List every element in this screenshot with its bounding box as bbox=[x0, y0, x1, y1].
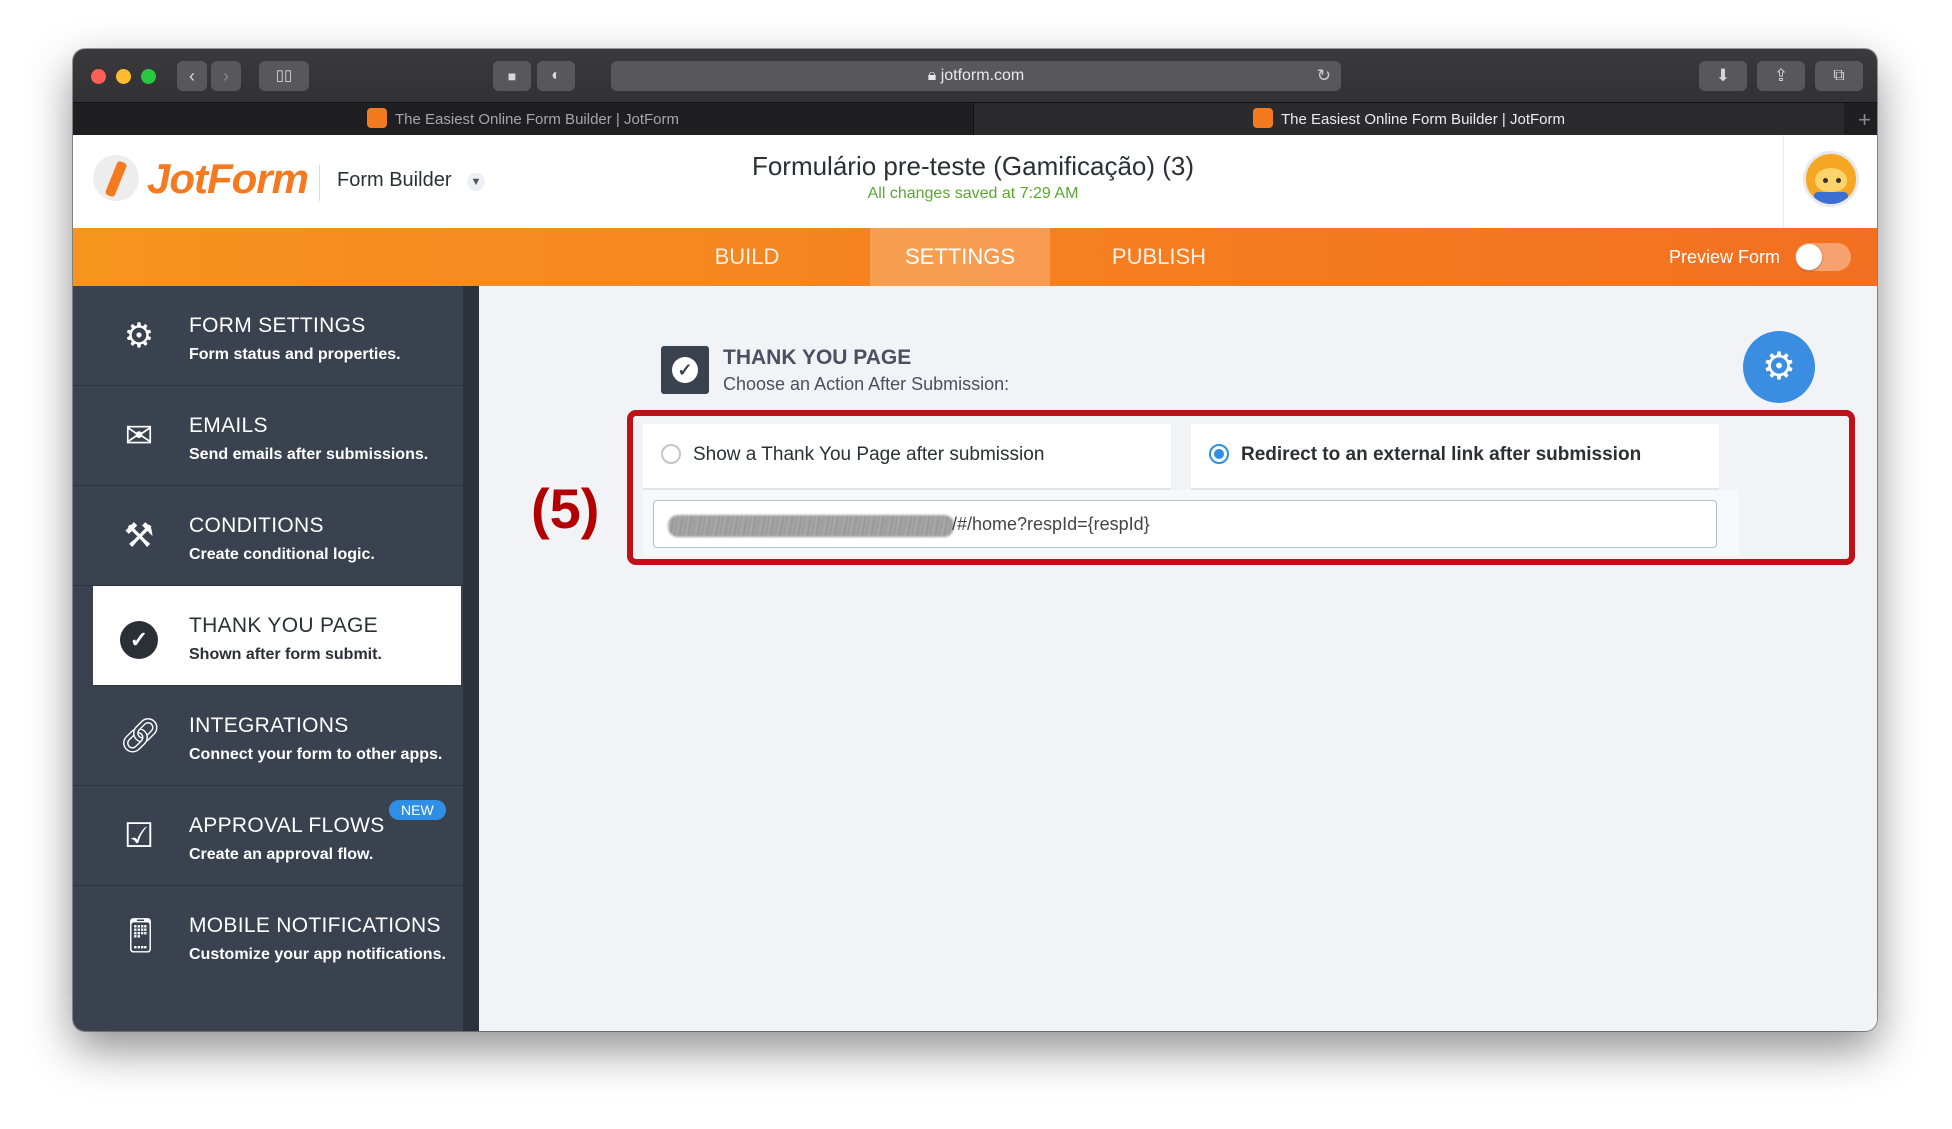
sidebar-item-emails[interactable]: ✉ EMAILS Send emails after submissions. bbox=[73, 386, 463, 486]
tab-build[interactable]: BUILD bbox=[693, 228, 801, 286]
save-status: All changes saved at 7:29 AM bbox=[867, 185, 1079, 202]
new-badge: NEW bbox=[389, 800, 446, 820]
settings-main: ✓ THANK YOU PAGE Choose an Action After … bbox=[479, 286, 1877, 1031]
sidebar-item-desc: Send emails after submissions. bbox=[189, 446, 429, 463]
annotation-highlight-box bbox=[627, 410, 1855, 565]
tab-settings[interactable]: SETTINGS bbox=[870, 228, 1050, 286]
sidebar-item-title: THANK YOU PAGE bbox=[189, 614, 378, 637]
sidebar-item-form-settings[interactable]: ⚙ FORM SETTINGS Form status and properti… bbox=[73, 286, 463, 386]
sidebar-item-mobile-notifications[interactable]: 📱︎ MOBILE NOTIFICATIONS Customize your a… bbox=[73, 886, 463, 1031]
settings-sidebar: ⚙ FORM SETTINGS Form status and properti… bbox=[73, 286, 463, 1031]
sidebar-item-title: FORM SETTINGS bbox=[189, 314, 366, 337]
sidebar-item-desc: Create conditional logic. bbox=[189, 546, 375, 563]
app-header: JotForm Form Builder ▼ Formulário pre-te… bbox=[73, 135, 1877, 229]
sidebar-item-integrations[interactable]: 🔗︎ INTEGRATIONS Connect your form to oth… bbox=[73, 686, 463, 786]
lock-icon: 🔒︎ bbox=[927, 67, 937, 84]
sidebar-scrollbar[interactable] bbox=[463, 286, 479, 1031]
gear-icon[interactable]: ⚙ bbox=[1743, 331, 1815, 403]
envelope-icon: ✉ bbox=[124, 417, 154, 455]
address-text: jotform.com bbox=[940, 67, 1025, 84]
sidebar-item-approval-flows[interactable]: ☑ APPROVAL FLOWS NEW Create an approval … bbox=[73, 786, 463, 886]
minimize-window-button[interactable] bbox=[116, 69, 131, 84]
browser-window: ‹ › ▯▯ ■ ◐ 🔒︎ jotform.com ↻ ⬇ ⇪ ⧉ The Ea… bbox=[73, 49, 1877, 1031]
section-subtitle: Choose an Action After Submission: bbox=[723, 374, 1010, 394]
sidebar-item-title: APPROVAL FLOWS bbox=[189, 814, 385, 837]
tabs-overview-icon[interactable]: ⧉ bbox=[1815, 61, 1863, 91]
jotform-favicon-icon bbox=[367, 108, 387, 129]
forward-button[interactable]: › bbox=[211, 61, 241, 91]
jotform-logo-icon[interactable] bbox=[93, 155, 139, 201]
browser-tab[interactable]: The Easiest Online Form Builder | JotFor… bbox=[73, 103, 973, 136]
chevron-down-icon[interactable]: ▼ bbox=[467, 173, 485, 191]
approval-icon: ☑ bbox=[123, 817, 155, 855]
sidebar-item-desc: Customize your app notifications. bbox=[189, 946, 446, 963]
close-window-button[interactable] bbox=[91, 69, 106, 84]
download-icon[interactable]: ⬇ bbox=[1699, 61, 1747, 91]
preview-form-label: Preview Form bbox=[1669, 247, 1781, 267]
form-title[interactable]: Formulário pre-teste (Gamificação) (3) bbox=[523, 151, 1423, 182]
tools-icon: ⚒ bbox=[123, 517, 155, 555]
sidebar-item-conditions[interactable]: ⚒ CONDITIONS Create conditional logic. bbox=[73, 486, 463, 586]
sidebar-item-desc: Shown after form submit. bbox=[189, 646, 382, 663]
sidebar-item-title: CONDITIONS bbox=[189, 514, 324, 537]
sidebar-item-title: EMAILS bbox=[189, 414, 268, 437]
step-annotation: (5) bbox=[531, 477, 600, 540]
camera-icon[interactable]: ■ bbox=[493, 61, 531, 91]
sidebar-item-title: INTEGRATIONS bbox=[189, 714, 349, 737]
new-tab-icon[interactable]: + bbox=[1858, 103, 1871, 136]
share-icon[interactable]: ⇪ bbox=[1757, 61, 1805, 91]
address-bar[interactable]: 🔒︎ jotform.com ↻ bbox=[611, 61, 1341, 91]
back-button[interactable]: ‹ bbox=[177, 61, 207, 91]
form-builder-label[interactable]: Form Builder bbox=[337, 169, 451, 192]
sidebar-item-title: MOBILE NOTIFICATIONS bbox=[189, 914, 441, 937]
header-separator bbox=[1783, 135, 1784, 228]
tab-title: The Easiest Online Form Builder | JotFor… bbox=[395, 111, 679, 128]
builder-nav: BUILD SETTINGS PUBLISH Preview Form bbox=[73, 228, 1877, 286]
sidebar-item-desc: Form status and properties. bbox=[189, 346, 401, 363]
tab-publish[interactable]: PUBLISH bbox=[1089, 228, 1229, 286]
tab-title: The Easiest Online Form Builder | JotFor… bbox=[1281, 111, 1565, 128]
sidebar-toggle-icon[interactable]: ▯▯ bbox=[259, 61, 309, 91]
avatar[interactable] bbox=[1803, 151, 1859, 207]
section-title: THANK YOU PAGE bbox=[723, 346, 912, 369]
jotform-favicon-icon bbox=[1253, 108, 1273, 129]
browser-titlebar: ‹ › ▯▯ ■ ◐ 🔒︎ jotform.com ↻ ⬇ ⇪ ⧉ bbox=[73, 49, 1877, 102]
reload-icon[interactable]: ↻ bbox=[1317, 61, 1331, 91]
sidebar-item-desc: Create an approval flow. bbox=[189, 846, 374, 863]
sidebar-item-desc: Connect your form to other apps. bbox=[189, 746, 443, 763]
shield-icon[interactable]: ◐ bbox=[537, 61, 575, 91]
zoom-window-button[interactable] bbox=[141, 69, 156, 84]
sidebar-item-thank-you-page[interactable]: ✓ THANK YOU PAGE Shown after form submit… bbox=[93, 586, 461, 686]
preview-form-toggle[interactable] bbox=[1795, 243, 1851, 271]
link-icon: 🔗︎ bbox=[119, 717, 163, 755]
gear-icon: ⚙ bbox=[123, 317, 155, 355]
header-divider bbox=[319, 165, 320, 201]
jotform-logo-text[interactable]: JotForm bbox=[147, 155, 309, 203]
check-circle-icon: ✓ bbox=[119, 616, 159, 659]
thank-you-section-icon: ✓ bbox=[661, 346, 709, 394]
browser-tabbar: The Easiest Online Form Builder | JotFor… bbox=[73, 102, 1877, 136]
browser-tab-active[interactable]: The Easiest Online Form Builder | JotFor… bbox=[973, 103, 1844, 136]
check-icon: ✓ bbox=[672, 357, 698, 383]
mobile-notification-icon: 📱︎ bbox=[119, 917, 163, 955]
